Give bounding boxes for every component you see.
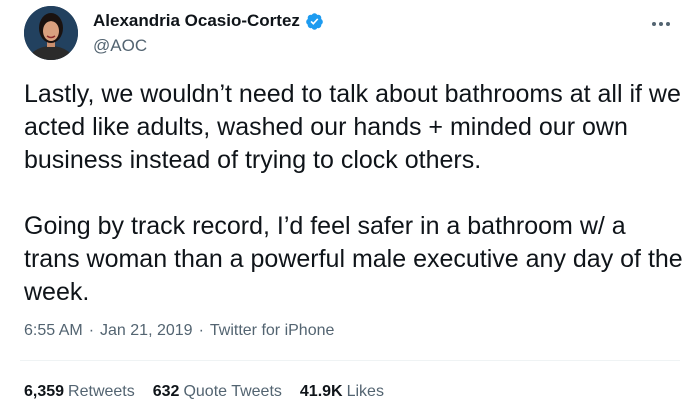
verified-badge-icon: [305, 12, 324, 31]
user-info: Alexandria Ocasio-Cortez @AOC: [93, 8, 324, 56]
retweets-label: Retweets: [68, 383, 135, 400]
tweet: Alexandria Ocasio-Cortez @AOC Lastly, we…: [0, 0, 700, 402]
avatar[interactable]: [24, 6, 78, 60]
ellipsis-icon-dot: [659, 22, 663, 26]
handle[interactable]: @AOC: [93, 36, 324, 56]
tweet-time[interactable]: 6:55 AM: [24, 322, 83, 340]
meta-separator: ·: [198, 322, 204, 339]
tweet-meta: 6:55 AM · Jan 21, 2019 · Twitter for iPh…: [24, 322, 334, 340]
likes-count: 41.9K: [299, 383, 343, 400]
retweets-stat[interactable]: 6,359 Retweets: [24, 383, 135, 401]
likes-stat[interactable]: 41.9K Likes: [300, 383, 384, 401]
tweet-stats: 6,359 Retweets 632 Quote Tweets 41.9K Likes: [24, 383, 384, 401]
tweet-header: Alexandria Ocasio-Cortez @AOC: [20, 4, 680, 64]
meta-separator: ·: [88, 322, 95, 339]
more-options-button[interactable]: [646, 14, 676, 34]
divider: [20, 360, 680, 361]
avatar-image: [24, 6, 78, 60]
tweet-date[interactable]: Jan 21, 2019: [100, 322, 193, 340]
ellipsis-icon-dot: [666, 22, 670, 26]
quote-tweets-count: 632: [152, 383, 180, 400]
tweet-source[interactable]: Twitter for iPhone: [210, 322, 335, 340]
likes-label: Likes: [346, 383, 384, 400]
quote-tweets-stat[interactable]: 632 Quote Tweets: [153, 383, 282, 401]
display-name[interactable]: Alexandria Ocasio-Cortez: [93, 11, 300, 31]
ellipsis-icon: [652, 22, 656, 26]
quote-tweets-label: Quote Tweets: [183, 383, 282, 400]
name-row: Alexandria Ocasio-Cortez: [93, 8, 324, 34]
tweet-text: Lastly, we wouldn’t need to talk about b…: [24, 80, 683, 306]
retweets-count: 6,359: [24, 383, 65, 400]
